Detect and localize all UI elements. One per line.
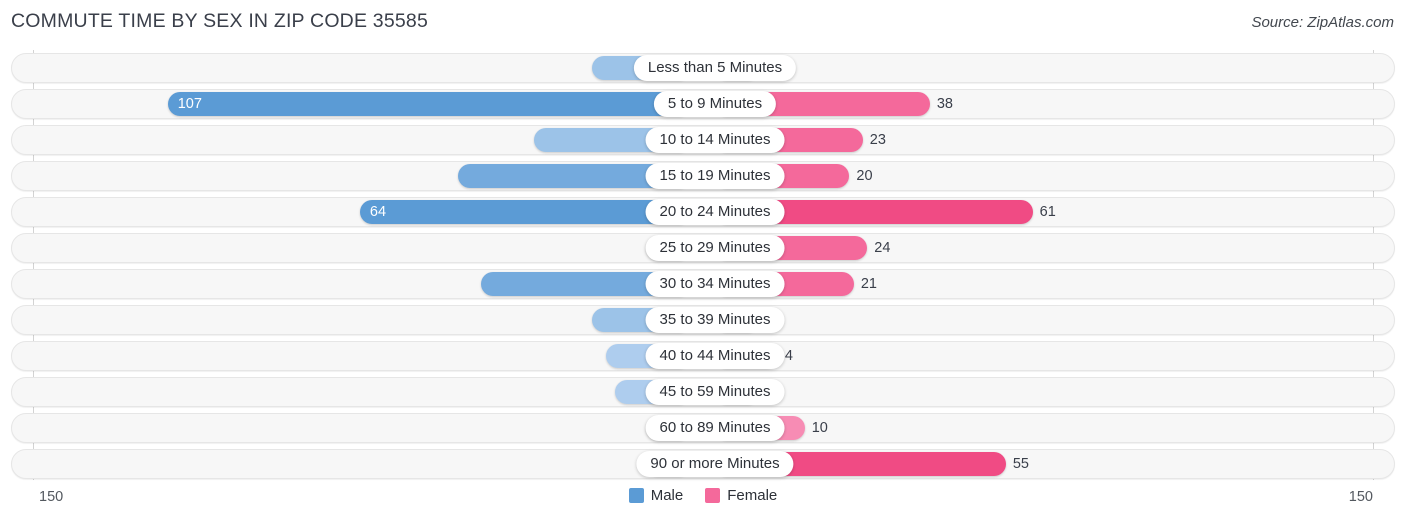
category-label: 60 to 89 Minutes [645, 415, 785, 441]
chart-row[interactable]: 02425 to 29 Minutes [11, 233, 1395, 263]
bar-value-female: 23 [869, 132, 886, 148]
bar-value-female: 10 [811, 420, 828, 436]
category-label: 30 to 34 Minutes [645, 271, 785, 297]
bar-value-male: 64 [369, 204, 387, 220]
legend-swatch-male-icon [628, 488, 644, 503]
bar-value-female: 20 [856, 168, 873, 184]
category-label: 90 or more Minutes [636, 451, 794, 477]
chart-row[interactable]: 9440 to 44 Minutes [11, 341, 1395, 371]
legend-swatch-female-icon [705, 488, 721, 503]
category-label: Less than 5 Minutes [633, 55, 797, 81]
category-label: 10 to 14 Minutes [645, 127, 785, 153]
category-label: 5 to 9 Minutes [653, 91, 777, 117]
chart-plot-area: 120Less than 5 Minutes 107 38 5 to 9 Minute… [0, 50, 1406, 480]
category-label: 40 to 44 Minutes [645, 343, 785, 369]
bar-male[interactable]: 107 [167, 92, 691, 116]
source-attribution: Source: ZipAtlas.com [1251, 14, 1394, 31]
bar-value-female: 24 [874, 240, 891, 256]
chart-legend: Male Female [0, 487, 1406, 504]
chart-row[interactable]: 12035 to 39 Minutes [11, 305, 1395, 335]
chart-row[interactable]: 372130 to 34 Minutes [11, 269, 1395, 299]
category-label: 35 to 39 Minutes [645, 307, 785, 333]
category-label: 20 to 24 Minutes [645, 199, 785, 225]
page-title: COMMUTE TIME BY SEX IN ZIP CODE 35585 [11, 10, 429, 32]
chart-row[interactable]: 01060 to 89 Minutes [11, 413, 1395, 443]
chart-row[interactable]: 120Less than 5 Minutes [11, 53, 1395, 83]
bar-value-female: 21 [860, 276, 877, 292]
chart-page: COMMUTE TIME BY SEX IN ZIP CODE 35585 So… [0, 0, 1406, 523]
legend-item-male[interactable]: Male [628, 487, 684, 504]
chart-row[interactable]: 422015 to 19 Minutes [11, 161, 1395, 191]
chart-row[interactable]: 7045 to 59 Minutes [11, 377, 1395, 407]
chart-row[interactable]: 252310 to 14 Minutes [11, 125, 1395, 155]
chart-row[interactable]: 64 61 20 to 24 Minutes [11, 197, 1395, 227]
category-label: 25 to 29 Minutes [645, 235, 785, 261]
chart-row[interactable]: 107 38 5 to 9 Minutes [11, 89, 1395, 119]
legend-label-female: Female [727, 487, 778, 504]
bar-value-female: 55 [1012, 456, 1029, 472]
chart-row[interactable]: 05590 or more Minutes [11, 449, 1395, 479]
legend-item-female[interactable]: Female [705, 487, 777, 504]
bar-value-female: 61 [1039, 204, 1056, 220]
category-label: 15 to 19 Minutes [645, 163, 785, 189]
bar-value-female: 4 [784, 348, 793, 364]
legend-label-male: Male [650, 487, 684, 504]
bar-value-male: 107 [177, 96, 202, 112]
bar-value-female: 38 [936, 96, 953, 112]
bar-male[interactable]: 64 [359, 200, 691, 224]
category-label: 45 to 59 Minutes [645, 379, 785, 405]
